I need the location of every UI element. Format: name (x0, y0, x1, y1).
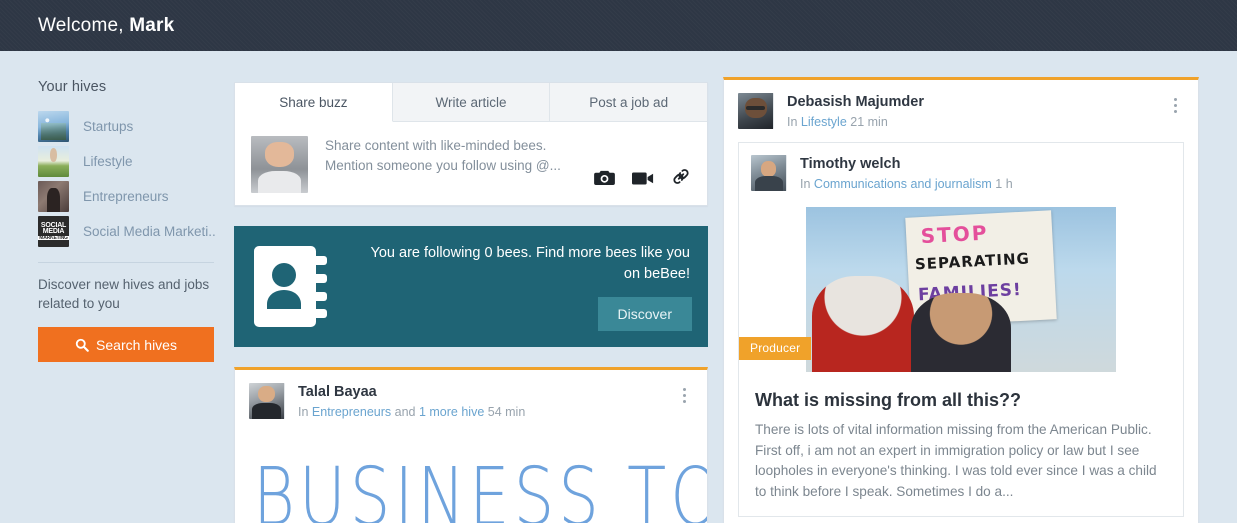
tab-label: Share buzz (279, 94, 348, 110)
middle-column: Share buzz Write article Post a job ad S… (234, 82, 708, 523)
sidebar-item-startups[interactable]: Startups (38, 109, 216, 144)
video-icon[interactable] (632, 171, 654, 191)
social-media-marketing-thumbnail-icon: SOCIAL MEDIA MARKETING (38, 216, 69, 247)
post-header: Debasish Majumder In Lifestyle 21 min (724, 80, 1198, 140)
feed-post-debasish-majumder: Debasish Majumder In Lifestyle 21 min Ti… (723, 77, 1199, 523)
sidebar-item-label: Startups (83, 119, 134, 134)
composer-attachment-icons (594, 136, 691, 193)
shared-post-image-wrap: STOP SEPARATING FAMILIES! Producer (739, 201, 1183, 372)
app-root: Welcome, Mark Your hives Startups Lifest… (0, 0, 1237, 523)
post-in-label: In (787, 115, 798, 129)
sign-line-2: SEPARATING (914, 249, 1031, 274)
post-meta: Talal Bayaa In Entrepreneurs and 1 more … (298, 383, 675, 419)
dot (682, 387, 686, 391)
search-hives-button[interactable]: Search hives (38, 327, 214, 362)
post-meta: Debasish Majumder In Lifestyle 21 min (787, 93, 1166, 129)
post-hive-link[interactable]: Lifestyle (801, 115, 847, 129)
post-timestamp: 21 min (850, 115, 888, 129)
post-timestamp: 54 min (487, 405, 526, 419)
feed-post-talal-bayaa: Talal Bayaa In Entrepreneurs and 1 more … (234, 367, 708, 523)
search-hives-label: Search hives (96, 336, 177, 353)
camera-icon[interactable] (594, 169, 615, 191)
contact-book-icon (252, 243, 342, 330)
shared-post-timestamp: 1 h (995, 177, 1013, 191)
shared-post-image[interactable]: STOP SEPARATING FAMILIES! (806, 207, 1116, 372)
entrepreneurs-thumbnail-icon (38, 181, 69, 212)
composer-body: Share content with like-minded bees. Men… (235, 122, 707, 205)
shared-post-header: Timothy welch In Communications and jour… (739, 143, 1183, 201)
tab-post-a-job-ad[interactable]: Post a job ad (550, 83, 708, 122)
status-badge: Producer (739, 337, 812, 360)
article-title[interactable]: What is missing from all this?? (739, 372, 1183, 412)
more-options-icon[interactable] (1166, 95, 1184, 115)
avatar[interactable] (751, 155, 787, 191)
page-body: Your hives Startups Lifestyle Entreprene… (0, 51, 1237, 523)
shared-post-in-label: In (800, 177, 811, 191)
post-image-text: BUSINESS TOOLS (253, 452, 707, 523)
shared-post-hive-link[interactable]: Communications and journalism (814, 177, 992, 191)
post-in-label: In (298, 405, 309, 419)
follow-bees-banner: You are following 0 bees. Find more bees… (234, 226, 708, 347)
avatar[interactable] (738, 93, 774, 129)
shared-post-meta: Timothy welch In Communications and jour… (800, 155, 1171, 191)
shared-post-author-name[interactable]: Timothy welch (800, 155, 1171, 174)
right-column: Debasish Majumder In Lifestyle 21 min Ti… (723, 77, 1199, 523)
sidebar-item-label: Lifestyle (83, 154, 133, 169)
dot (1173, 109, 1177, 113)
shared-post-subtitle: In Communications and journalism 1 h (800, 177, 1171, 191)
post-subtitle: In Lifestyle 21 min (787, 115, 1166, 129)
composer-card: Share buzz Write article Post a job ad S… (234, 82, 708, 206)
tab-write-article[interactable]: Write article (392, 83, 551, 122)
protester-figure (1023, 270, 1116, 372)
welcome-user-name: Mark (129, 14, 175, 36)
more-options-icon[interactable] (675, 385, 693, 405)
protester-figure (812, 276, 915, 372)
dot (682, 393, 686, 397)
sidebar-item-entrepreneurs[interactable]: Entrepreneurs (38, 179, 216, 214)
tab-share-buzz[interactable]: Share buzz (235, 83, 393, 122)
dot (1173, 103, 1177, 107)
post-hive-link[interactable]: Entrepreneurs (312, 405, 391, 419)
welcome-message: Welcome, Mark (38, 15, 174, 37)
composer-placeholder-line-1: Share content with like-minded bees. (325, 138, 547, 153)
post-image[interactable]: BUSINESS TOOLS (235, 430, 707, 523)
shared-post-card: Timothy welch In Communications and jour… (738, 142, 1184, 517)
follow-bees-message: You are following 0 bees. Find more bees… (370, 244, 690, 282)
dot (682, 399, 686, 403)
follow-bees-content: You are following 0 bees. Find more bees… (342, 243, 692, 331)
composer-tabs: Share buzz Write article Post a job ad (235, 83, 708, 122)
sidebar-item-label: Entrepreneurs (83, 189, 169, 204)
sign-line-1: STOP (920, 219, 990, 248)
dot (1173, 97, 1177, 101)
discover-button[interactable]: Discover (597, 296, 692, 331)
sidebar-title: Your hives (38, 79, 107, 95)
lifestyle-thumbnail-icon (38, 146, 69, 177)
post-author-name[interactable]: Debasish Majumder (787, 93, 1166, 112)
post-and-label: and (394, 405, 416, 419)
post-author-name[interactable]: Talal Bayaa (298, 383, 675, 402)
sidebar-discover-text: Discover new hives and jobs related to y… (38, 277, 210, 311)
link-icon[interactable] (671, 167, 691, 191)
sidebar-item-lifestyle[interactable]: Lifestyle (38, 144, 216, 179)
composer-input[interactable]: Share content with like-minded bees. Men… (325, 136, 594, 193)
search-icon (75, 338, 89, 352)
post-header: Talal Bayaa In Entrepreneurs and 1 more … (235, 370, 707, 430)
protester-figure (911, 292, 1011, 372)
post-subtitle: In Entrepreneurs and 1 more hive 54 min (298, 405, 675, 419)
post-more-hives-link[interactable]: 1 more hive (419, 405, 484, 419)
avatar (251, 136, 308, 193)
avatar[interactable] (249, 383, 285, 419)
sidebar: Your hives Startups Lifestyle Entreprene… (38, 79, 216, 362)
article-excerpt: There is lots of vital information missi… (755, 422, 1157, 499)
top-bar: Welcome, Mark (0, 0, 1237, 51)
startups-thumbnail-icon (38, 111, 69, 142)
sidebar-item-social-media-marketing[interactable]: SOCIAL MEDIA MARKETING Social Media Mark… (38, 214, 216, 249)
tab-label: Write article (435, 94, 507, 110)
composer-placeholder-line-2: Mention someone you follow using @... (325, 158, 561, 173)
sidebar-divider (38, 262, 214, 263)
sidebar-item-label: Social Media Marketi... (83, 224, 216, 239)
smm-line-3: MARKETING (38, 234, 69, 241)
welcome-prefix: Welcome, (38, 14, 130, 36)
tab-label: Post a job ad (589, 94, 669, 110)
